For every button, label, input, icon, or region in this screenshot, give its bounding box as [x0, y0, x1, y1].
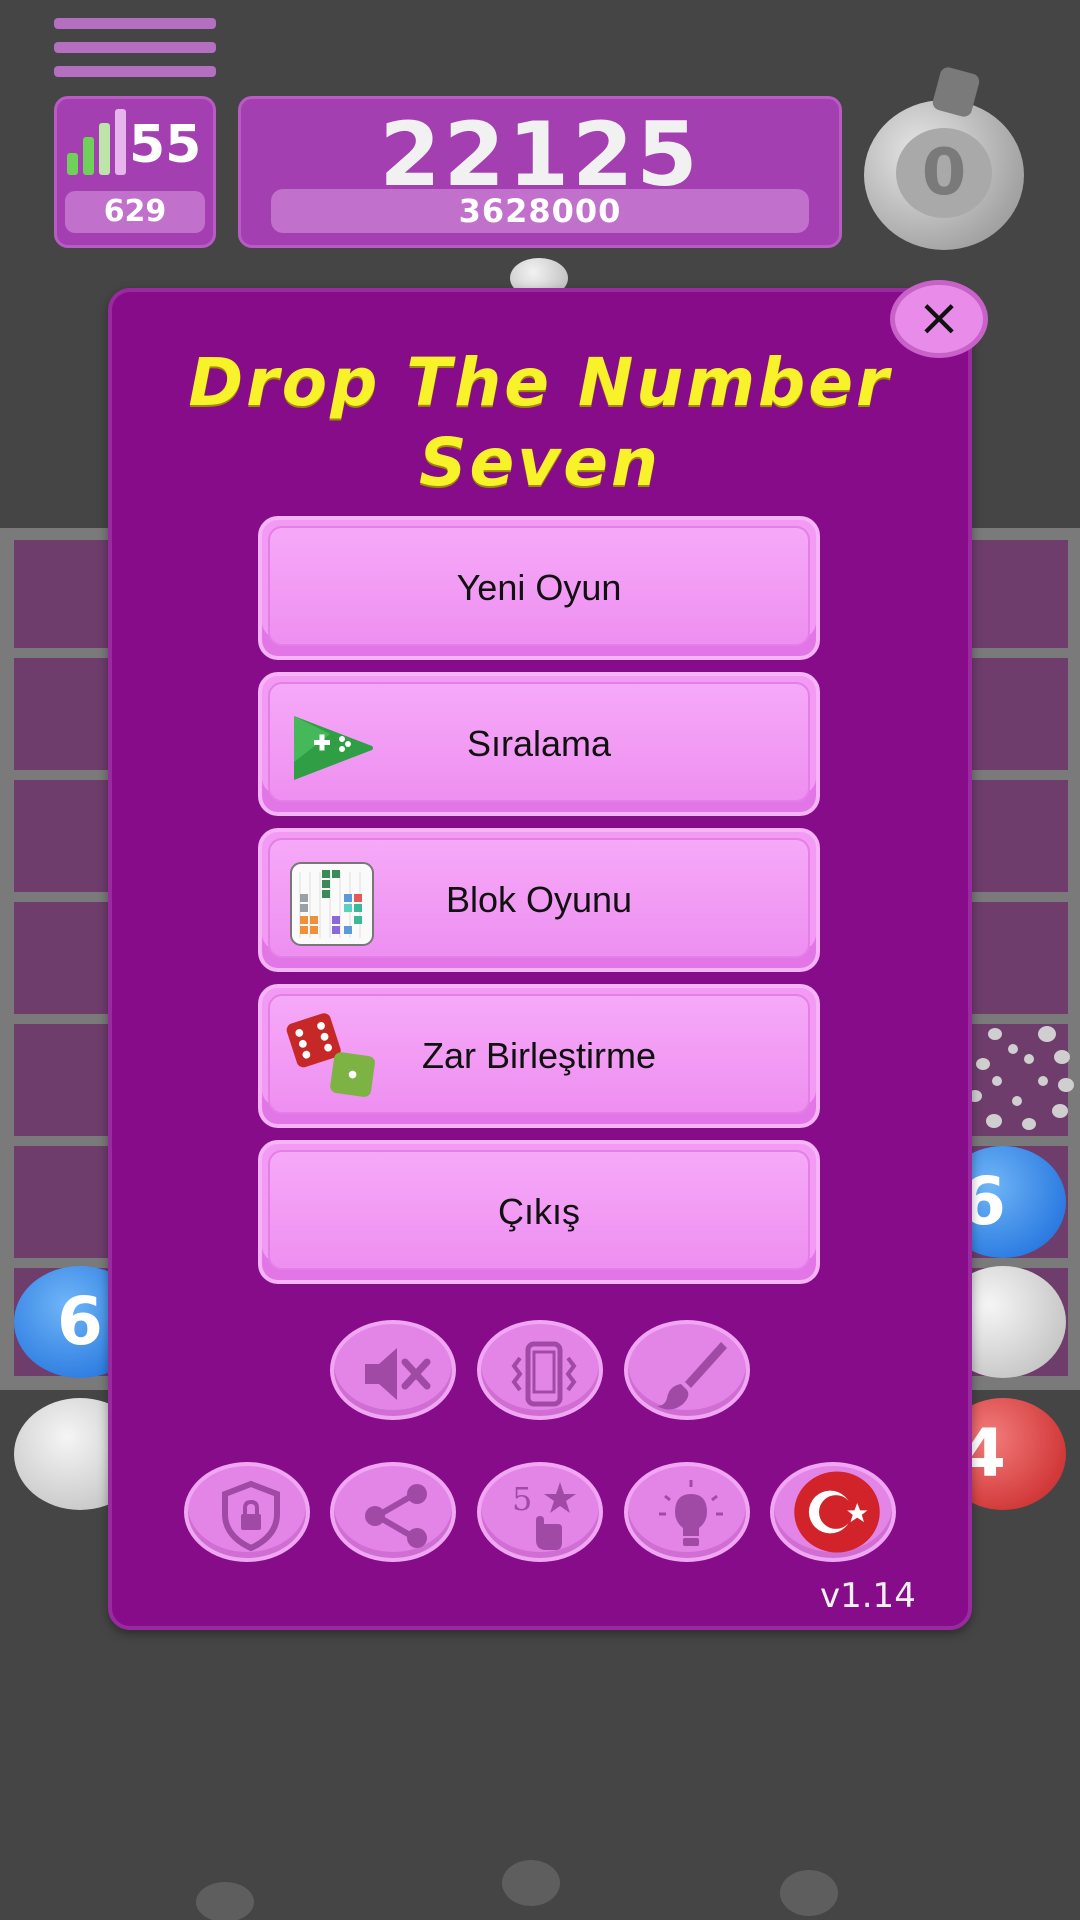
score-panel: 22125 3628000	[238, 96, 842, 248]
sound-off-icon	[365, 1348, 431, 1400]
exit-label: Çıkış	[497, 1191, 580, 1232]
leaderboard-label: Sıralama	[466, 723, 612, 764]
floor-marker	[196, 1882, 254, 1920]
vibration-icon	[511, 1341, 577, 1407]
privacy-button[interactable]	[184, 1462, 310, 1562]
block-game-button[interactable]: Blok Oyunu	[258, 828, 820, 972]
privacy-shield-icon	[222, 1480, 280, 1552]
rate-5-star-icon: 5	[512, 1480, 576, 1550]
floor-marker	[502, 1860, 560, 1906]
version-label: v1.14	[820, 1576, 916, 1616]
dice-merge-button[interactable]: Zar Birleştirme	[258, 984, 820, 1128]
bomb-fuse-icon	[930, 65, 982, 119]
svg-text:5: 5	[512, 1480, 532, 1518]
exit-button[interactable]: Çıkış	[258, 1140, 820, 1284]
hamburger-menu-icon[interactable]	[54, 18, 216, 90]
dice-merge-label: Zar Birleştirme	[421, 1035, 657, 1076]
explosion-particles	[968, 1024, 1074, 1134]
bomb-count: 0	[896, 128, 992, 218]
floor-marker	[780, 1870, 838, 1916]
level-panel: 55 629	[54, 96, 216, 248]
game-title-line1: Drop The Number	[188, 344, 892, 421]
level-number: 55	[129, 115, 202, 175]
leaderboard-button[interactable]: Sıralama	[258, 672, 820, 816]
turkish-flag-icon	[794, 1471, 880, 1553]
hint-bulb-icon	[659, 1480, 723, 1546]
game-title-line2: Seven	[418, 424, 662, 501]
hint-button[interactable]	[624, 1462, 750, 1562]
new-game-button[interactable]: Yeni Oyun	[258, 516, 820, 660]
level-progress: 629	[65, 191, 205, 233]
sound-toggle-button[interactable]	[330, 1320, 456, 1420]
bomb-button[interactable]: 0	[864, 65, 1024, 250]
theme-button[interactable]	[624, 1320, 750, 1420]
block-game-label: Blok Oyunu	[445, 879, 633, 920]
signal-bars-icon	[67, 109, 126, 175]
brush-icon	[657, 1342, 727, 1410]
vibration-toggle-button[interactable]	[477, 1320, 603, 1420]
share-button[interactable]	[330, 1462, 456, 1562]
best-score: 3628000	[271, 189, 809, 233]
new-game-label: Yeni Oyun	[456, 567, 622, 608]
rate-button[interactable]: 5	[477, 1462, 603, 1562]
share-icon	[365, 1484, 427, 1548]
language-button[interactable]	[770, 1462, 896, 1562]
